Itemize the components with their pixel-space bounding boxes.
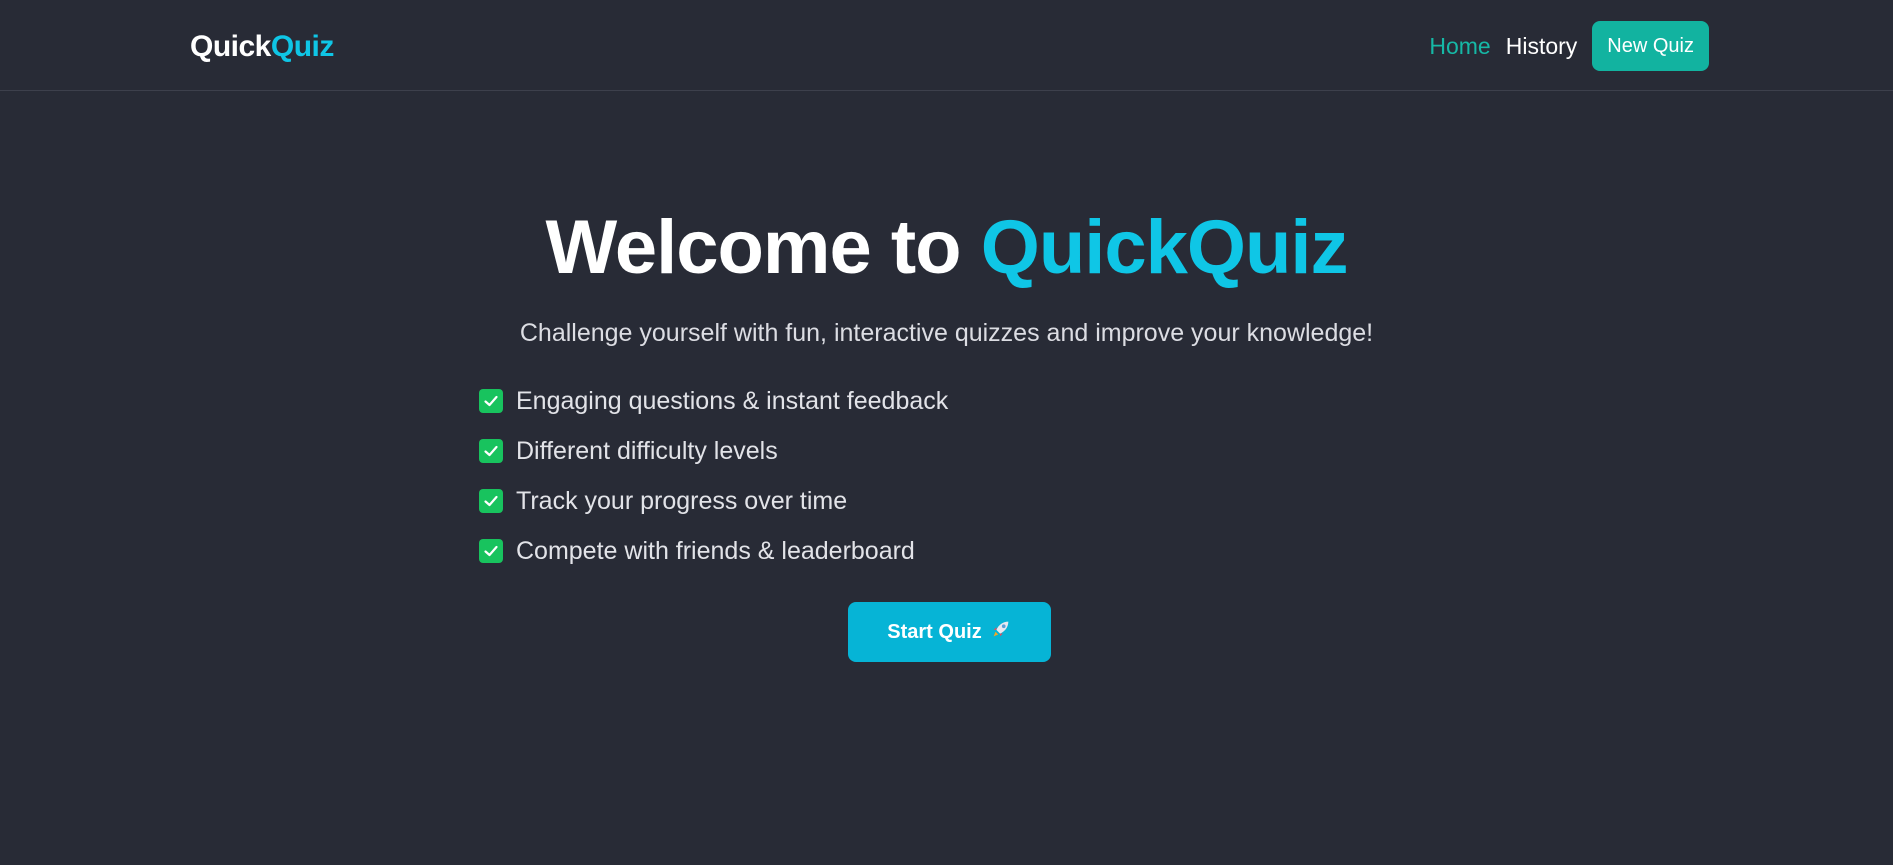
feature-item: Compete with friends & leaderboard [479, 526, 948, 576]
nav-link-history[interactable]: History [1506, 21, 1578, 71]
feature-item: Engaging questions & instant feedback [479, 376, 948, 426]
nav-links: Home History New Quiz [1429, 21, 1709, 71]
feature-text: Different difficulty levels [516, 437, 778, 465]
checkbox-icon [479, 439, 503, 463]
feature-text: Track your progress over time [516, 487, 848, 515]
navbar: QuickQuiz Home History New Quiz [0, 0, 1893, 91]
nav-link-home[interactable]: Home [1429, 21, 1490, 71]
checkbox-icon [479, 489, 503, 513]
hero-title-highlight: QuickQuiz [980, 205, 1349, 290]
rocket-icon [990, 618, 1012, 646]
feature-item: Different difficulty levels [479, 426, 948, 476]
hero-subtitle: Challenge yourself with fun, interactive… [519, 319, 1374, 347]
new-quiz-button[interactable]: New Quiz [1592, 21, 1709, 71]
checkbox-icon [479, 389, 503, 413]
feature-text: Engaging questions & instant feedback [516, 387, 949, 415]
brand-logo[interactable]: QuickQuiz [190, 29, 334, 65]
feature-item: Track your progress over time [479, 476, 948, 526]
hero-title-prefix: Welcome to [545, 205, 981, 290]
start-quiz-label: Start Quiz [887, 620, 982, 643]
start-quiz-button[interactable]: Start Quiz [848, 602, 1051, 662]
brand-name-part2: Quiz [270, 30, 335, 63]
feature-list: Engaging questions & instant feedback Di… [479, 376, 948, 576]
feature-text: Compete with friends & leaderboard [516, 537, 915, 565]
hero-title: Welcome to QuickQuiz [0, 203, 1893, 293]
brand-name-part1: Quick [190, 30, 271, 63]
checkbox-icon [479, 539, 503, 563]
